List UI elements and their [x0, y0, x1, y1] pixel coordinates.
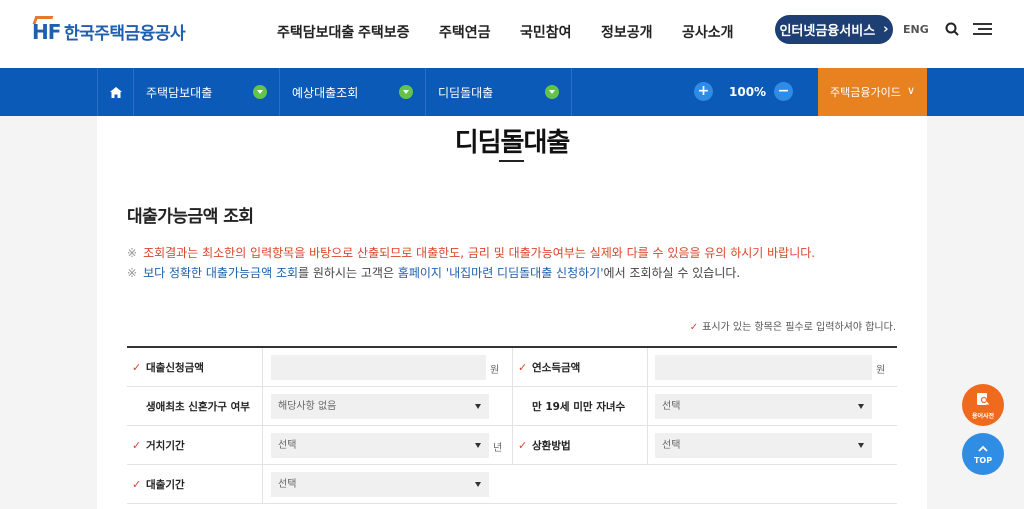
logo-text: 한국주택금융공사: [64, 24, 186, 44]
content-card: 디딤돌대출 대출가능금액 조회 ※ 조회결과는 최소한의 입력항목을 바탕으로 산…: [97, 116, 927, 509]
zoom-level: 100%: [729, 85, 767, 99]
global-nav: 주택담보대출 주택보증 주택연금 국민참여 정보공개 공사소개: [277, 22, 763, 42]
breadcrumb-label: 주택담보대출: [146, 85, 213, 100]
site-logo[interactable]: HF 한국주택금융공사: [32, 15, 186, 44]
required-check-icon: ✓: [132, 478, 142, 491]
required-check-icon: ✓: [132, 439, 142, 452]
loan-amount-input[interactable]: [271, 355, 486, 380]
internet-service-label: 인터넷금융서비스: [779, 24, 876, 39]
loan-amount-label: ✓ 대출신청금액: [132, 361, 204, 374]
unit-won: 원: [876, 365, 886, 376]
gnb-item-pension[interactable]: 주택연금: [439, 22, 520, 42]
top-header: HF 한국주택금융공사 주택담보대출 주택보증 주택연금 국민참여 정보공개 공…: [0, 0, 1024, 68]
top-label: TOP: [973, 456, 993, 465]
check-icon: ✓: [689, 322, 699, 333]
loan-term-label: ✓ 대출기간: [132, 478, 185, 491]
required-check-icon: ✓: [518, 439, 528, 452]
grace-period-select[interactable]: 선택: [271, 433, 489, 458]
homepage-link[interactable]: 홈페이지 '내집마련 디딤돌대출 신청하기': [398, 266, 604, 280]
dropdown-circle-icon: [545, 85, 559, 99]
breadcrumb-label: 예상대출조회: [292, 85, 359, 100]
title-underline: [499, 160, 524, 162]
hf-logo-icon: HF: [32, 15, 61, 44]
required-check-icon: ✓: [132, 361, 142, 374]
breadcrumb-level3[interactable]: 디딤돌대출: [426, 68, 572, 116]
caret-down-icon: [475, 404, 481, 409]
form-row: ✓ 대출신청금액 원 ✓ 연소득금액 원: [127, 348, 897, 387]
required-note: ✓ 표시가 있는 항목은 필수로 입력하셔야 합니다.: [689, 322, 896, 333]
hamburger-menu-icon[interactable]: [973, 23, 992, 36]
form-row: ✓ 거치기간 선택 년 ✓ 상환방법 선택: [127, 426, 897, 465]
notice-warning: ※ 조회결과는 최소한의 입력항목을 바탕으로 산출되므로 대출한도, 금리 및 …: [127, 246, 816, 260]
home-icon: [109, 86, 122, 98]
required-check-icon: ✓: [518, 361, 528, 374]
notice-info: ※ 보다 정확한 대출가능금액 조회를 원하시는 고객은 홈페이지 '내집마련 디…: [127, 266, 741, 280]
unit-won: 원: [490, 365, 500, 376]
newlywed-label: 생애최초 신혼가구 여부: [146, 401, 250, 413]
form-row: 생애최초 신혼가구 여부 해당사항 없음 만 19세 미만 자녀수 선택: [127, 387, 897, 426]
gnb-item-guarantee[interactable]: 주택보증: [358, 22, 439, 42]
unit-year: 년: [493, 443, 503, 454]
scroll-top-button[interactable]: TOP: [962, 433, 1004, 475]
income-input[interactable]: [655, 355, 872, 380]
repayment-select[interactable]: 선택: [655, 433, 872, 458]
caret-down-icon: [475, 482, 481, 487]
book-search-icon: [977, 393, 990, 406]
chevron-right-icon: ›: [883, 22, 889, 37]
children-select[interactable]: 선택: [655, 394, 872, 419]
children-label: 만 19세 미만 자녀수: [532, 401, 626, 413]
breadcrumb-level2[interactable]: 예상대출조회: [280, 68, 426, 116]
caret-down-icon: [475, 443, 481, 448]
glossary-button[interactable]: 용어사전: [962, 384, 1004, 426]
dropdown-circle-icon: [253, 85, 267, 99]
caret-down-icon: [858, 443, 864, 448]
grace-period-label: ✓ 거치기간: [132, 439, 185, 452]
form-row: ✓ 대출기간 선택: [127, 465, 897, 504]
income-label: ✓ 연소득금액: [518, 361, 581, 374]
loan-term-select[interactable]: 선택: [271, 472, 489, 497]
search-icon[interactable]: [945, 22, 959, 36]
gnb-item-about[interactable]: 공사소개: [682, 22, 763, 42]
guide-label: 주택금융가이드: [830, 86, 901, 99]
gnb-item-participation[interactable]: 국민참여: [520, 22, 601, 42]
chevron-down-icon: ∨: [906, 84, 915, 97]
zoom-in-button[interactable]: +: [694, 82, 713, 101]
language-link[interactable]: ENG: [903, 23, 929, 36]
home-button[interactable]: [97, 68, 134, 116]
breadcrumb-level1[interactable]: 주택담보대출: [134, 68, 280, 116]
gnb-item-disclosure[interactable]: 정보공개: [601, 22, 682, 42]
gnb-item-mortgage[interactable]: 주택담보대출: [277, 22, 358, 42]
page-title: 디딤돌대출: [454, 128, 571, 158]
glossary-label: 용어사전: [971, 413, 995, 420]
chevron-up-icon: [978, 445, 988, 452]
housing-finance-guide-button[interactable]: 주택금융가이드 ∨: [818, 68, 927, 116]
breadcrumb-label: 디딤돌대출: [438, 85, 494, 100]
caret-down-icon: [858, 404, 864, 409]
repayment-label: ✓ 상환방법: [518, 439, 571, 452]
section-title: 대출가능금액 조회: [127, 207, 254, 227]
dropdown-circle-icon: [399, 85, 413, 99]
zoom-out-button[interactable]: −: [774, 82, 793, 101]
internet-service-button[interactable]: 인터넷금융서비스 ›: [775, 15, 893, 44]
loan-form: ✓ 대출신청금액 원 ✓ 연소득금액 원 생애최초 신혼가구 여부 해당사항 없음: [127, 346, 897, 504]
newlywed-select[interactable]: 해당사항 없음: [271, 394, 489, 419]
